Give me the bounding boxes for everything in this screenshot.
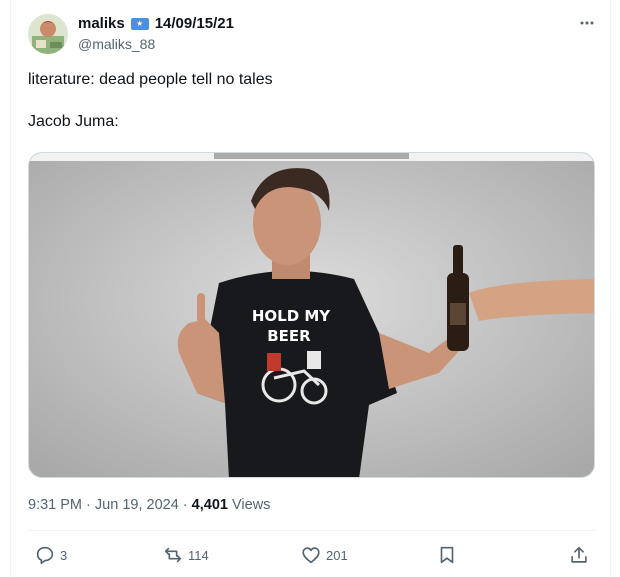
repost-icon xyxy=(164,547,182,563)
meta-separator: · xyxy=(86,497,91,513)
reply-icon xyxy=(36,546,54,565)
divider xyxy=(28,530,595,531)
tweet-time[interactable]: 9:31 PM xyxy=(28,497,82,513)
tweet-text: literature: dead people tell no tales Ja… xyxy=(28,71,273,130)
tweet-media-image[interactable]: HOLD MY BEER xyxy=(28,152,595,478)
like-count: 201 xyxy=(326,547,348,563)
bookmark-icon xyxy=(440,546,454,564)
avatar[interactable] xyxy=(28,14,68,54)
reply-button[interactable]: 3 xyxy=(34,540,67,570)
meta-separator: · xyxy=(182,497,188,513)
repost-button[interactable]: 114 xyxy=(162,540,209,570)
like-button[interactable]: 201 xyxy=(300,540,348,570)
author-display-name[interactable]: maliks xyxy=(78,15,125,32)
shirt-text-line1: HOLD MY xyxy=(252,307,331,325)
tweet-meta: 9:31 PM · Jun 19, 2024 · 4,401 Views xyxy=(28,497,270,513)
author-name-suffix: 14/09/15/21 xyxy=(154,15,234,32)
frame-border-left xyxy=(10,0,11,577)
avatar-image xyxy=(28,14,68,54)
action-bar: 3 114 201 xyxy=(28,540,595,570)
shirt-text-line2: BEER xyxy=(267,327,311,345)
bookmark-button[interactable] xyxy=(436,540,458,570)
author-name-row[interactable]: maliks ★ 14/09/15/21 xyxy=(78,15,234,32)
share-icon xyxy=(571,546,587,563)
somalia-flag-icon: ★ xyxy=(130,17,149,30)
tweet-date[interactable]: Jun 19, 2024 xyxy=(95,497,179,513)
share-button[interactable] xyxy=(568,540,590,570)
tweet-header: maliks ★ 14/09/15/21 @maliks_88 xyxy=(28,12,598,56)
repost-count: 114 xyxy=(188,547,209,563)
heart-icon xyxy=(302,547,320,564)
views-label: Views xyxy=(232,497,271,513)
reply-count: 3 xyxy=(60,547,68,563)
views-count: 4,401 xyxy=(191,497,228,513)
author-handle[interactable]: @maliks_88 xyxy=(78,36,155,52)
frame-border-right xyxy=(610,0,611,577)
more-options-icon[interactable] xyxy=(576,12,598,34)
meme-image: HOLD MY BEER xyxy=(29,153,594,477)
